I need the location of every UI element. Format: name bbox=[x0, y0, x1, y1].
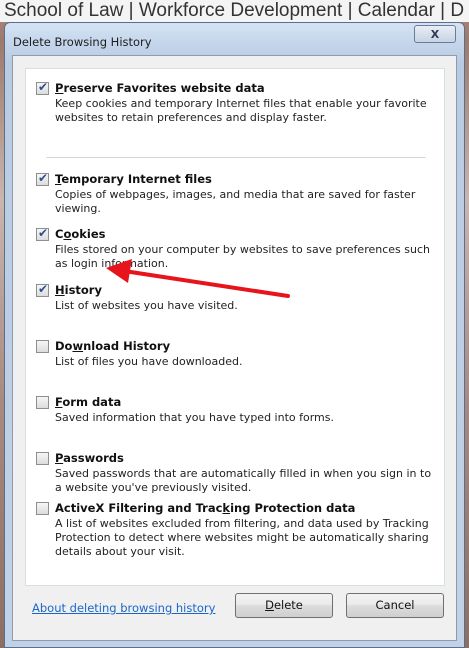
annotation-arrow-icon bbox=[106, 259, 290, 298]
